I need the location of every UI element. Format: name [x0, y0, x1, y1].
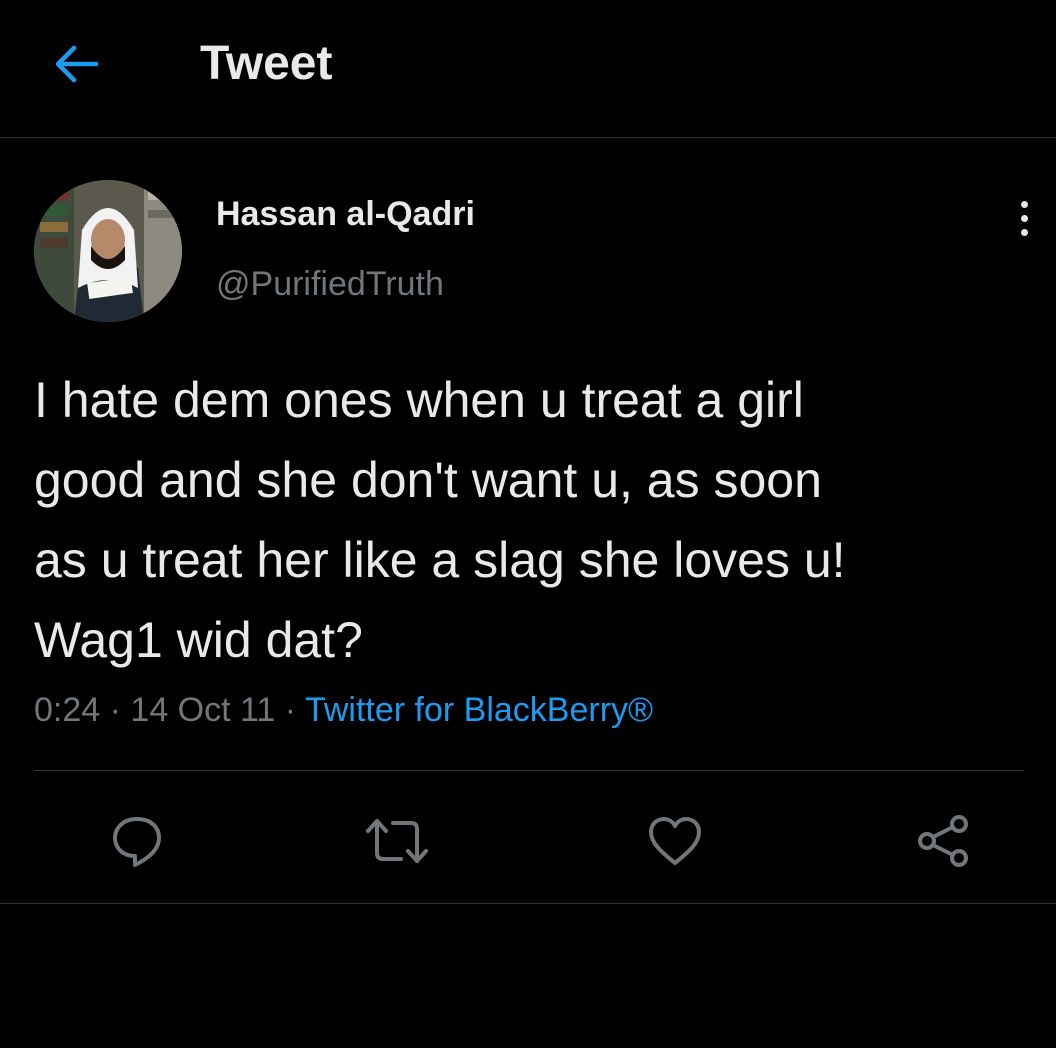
tweet-time: 0:24 — [34, 691, 101, 729]
divider — [0, 903, 1056, 904]
avatar[interactable] — [34, 180, 182, 322]
avatar-photo — [34, 180, 182, 322]
meta-separator: · — [109, 691, 121, 729]
tweet-text: I hate dem ones when u treat a girl good… — [34, 372, 846, 668]
share-button[interactable] — [908, 806, 978, 876]
top-app-bar: Tweet — [0, 0, 1056, 138]
retweet-icon — [366, 819, 428, 863]
page-title: Tweet — [200, 37, 333, 90]
more-options-button[interactable] — [1006, 196, 1042, 240]
arrow-left-icon — [55, 45, 99, 83]
more-dot — [1020, 228, 1028, 236]
tweet-action-bar — [0, 800, 1056, 880]
meta-separator: · — [284, 691, 297, 729]
reply-icon — [113, 817, 161, 867]
tweet-meta: 0:24 · 14 Oct 11 · Twitter for BlackBerr… — [34, 684, 653, 736]
like-button[interactable] — [640, 806, 710, 876]
tweet-source-link[interactable]: Twitter for BlackBerry® — [305, 691, 653, 729]
back-button[interactable] — [44, 36, 108, 92]
share-icon — [918, 815, 968, 867]
more-dot — [1020, 200, 1028, 208]
like-icon — [649, 817, 701, 865]
reply-button[interactable] — [102, 806, 172, 876]
author-display-name[interactable]: Hassan al-Qadri — [216, 192, 475, 236]
divider — [34, 770, 1024, 771]
more-dot — [1020, 214, 1028, 222]
author-handle[interactable]: @PurifiedTruth — [216, 262, 444, 306]
tweet-date: 14 Oct 11 — [130, 691, 276, 729]
retweet-button[interactable] — [362, 806, 432, 876]
